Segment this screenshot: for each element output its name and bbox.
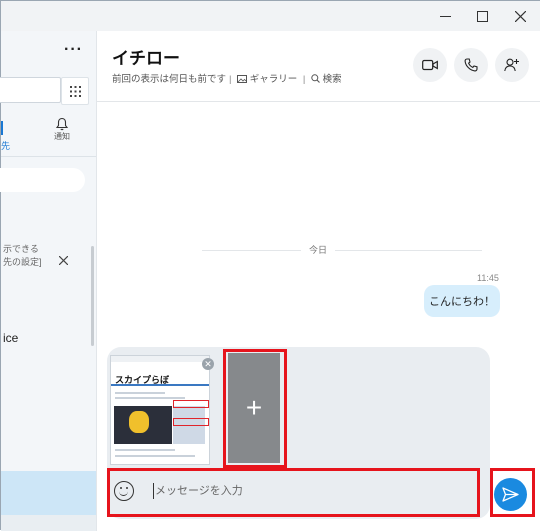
- minimize-icon: [439, 15, 451, 17]
- preview-text-line: [115, 449, 175, 451]
- chat-pane: イチロー 前回の表示は何日も前です | ギャラリー | 検索 今日 11:45 こ…: [97, 31, 540, 531]
- sidebar: ··· 先 通知 示できる 先の設定] ice: [0, 31, 97, 531]
- title-bar: [1, 1, 540, 31]
- sidebar-divider: [1, 156, 96, 157]
- contact-list-item[interactable]: ice: [3, 331, 18, 345]
- minimize-button[interactable]: [428, 1, 462, 31]
- separator: |: [229, 74, 232, 85]
- dialpad-button[interactable]: [61, 77, 89, 105]
- maximize-icon: [476, 10, 488, 22]
- notice-close-button[interactable]: [58, 253, 69, 268]
- sidebar-footer: [1, 515, 96, 531]
- preview-browser-bar: [111, 356, 209, 362]
- search-link[interactable]: 検索: [311, 74, 342, 85]
- chat-subtitle: 前回の表示は何日も前です | ギャラリー | 検索: [112, 71, 342, 85]
- attachment-preview[interactable]: スカイプらぼ: [110, 355, 210, 465]
- dialpad-icon: [69, 85, 81, 97]
- tab-contacts[interactable]: 先: [1, 139, 10, 152]
- last-seen-status: 前回の表示は何日も前です: [112, 74, 227, 85]
- search-icon: [311, 74, 320, 83]
- date-divider-label: 今日: [301, 243, 336, 256]
- preview-highlight-box: [173, 418, 209, 426]
- video-camera-icon: [422, 59, 438, 71]
- sidebar-scrollbar[interactable]: [91, 246, 94, 346]
- phone-icon: [464, 58, 478, 72]
- remove-attachment-button[interactable]: ✕: [202, 358, 214, 370]
- preview-text-line: [115, 455, 195, 457]
- header-divider: [97, 101, 540, 102]
- preview-text-line: [115, 397, 185, 399]
- highlight-send-button: [490, 468, 535, 517]
- sidebar-search-pill[interactable]: [0, 168, 85, 192]
- highlight-add-file: [223, 349, 287, 468]
- close-icon: [58, 255, 69, 266]
- video-call-button[interactable]: [413, 48, 447, 82]
- preview-character-image: [129, 411, 149, 433]
- gallery-label: ギャラリー: [249, 74, 298, 85]
- app-window: ··· 先 通知 示できる 先の設定] ice イチロー 前回の表示は何日も前で…: [0, 0, 540, 531]
- notice-text-line2: 先の設定]: [3, 257, 42, 267]
- highlight-message-input: [107, 468, 480, 517]
- notifications-label: 通知: [54, 132, 70, 141]
- close-icon: [514, 10, 526, 22]
- preview-site-title: スカイプらぼ: [115, 375, 170, 385]
- chat-title[interactable]: イチロー: [112, 44, 180, 69]
- notice-text-line1: 示できる: [3, 244, 39, 254]
- separator: |: [302, 74, 306, 85]
- active-conversation-item[interactable]: [1, 471, 96, 515]
- message-timestamp: 11:45: [477, 273, 499, 283]
- search-label: 検索: [322, 74, 342, 85]
- more-options-button[interactable]: ···: [64, 41, 83, 59]
- maximize-button[interactable]: [465, 1, 499, 31]
- bell-icon: [55, 117, 69, 131]
- contacts-tab-indicator: [1, 121, 3, 135]
- close-button[interactable]: [503, 1, 537, 31]
- tab-notifications[interactable]: 通知: [47, 117, 77, 142]
- add-user-icon: [504, 58, 519, 72]
- date-divider-line: [202, 250, 482, 251]
- preview-text-line: [115, 392, 165, 394]
- gallery-icon: [237, 75, 248, 83]
- audio-call-button[interactable]: [454, 48, 488, 82]
- gallery-link[interactable]: ギャラリー: [237, 74, 300, 85]
- add-participant-button[interactable]: [495, 48, 529, 82]
- sidebar-search-input[interactable]: [0, 77, 61, 103]
- outgoing-message-bubble[interactable]: こんにちわ！: [424, 285, 500, 317]
- preview-highlight-box: [173, 400, 209, 408]
